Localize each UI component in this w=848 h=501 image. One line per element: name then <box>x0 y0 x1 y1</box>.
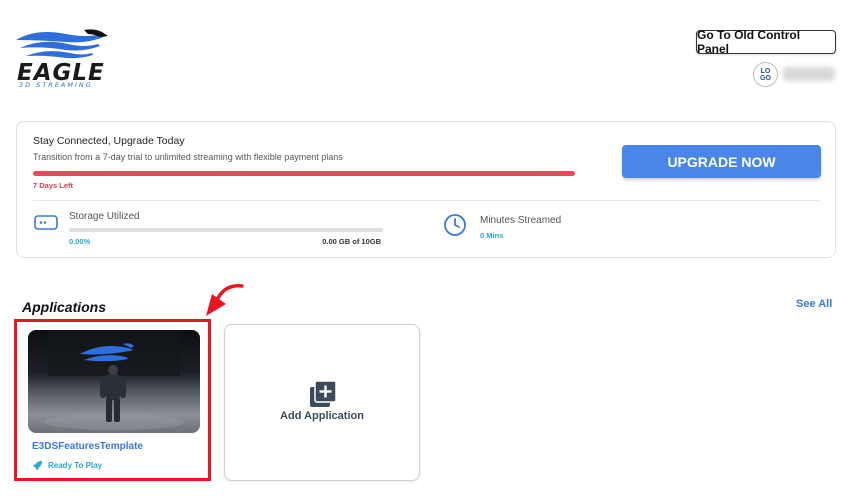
storage-label: Storage Utilized <box>69 211 140 222</box>
avatar[interactable]: LO GO <box>753 62 778 87</box>
avatar-text-line2: GO <box>760 74 771 82</box>
eagle-logo: EAGLE 3D STREAMING <box>14 28 110 92</box>
card-divider <box>33 200 821 201</box>
avatar-text-line1: LO <box>760 67 771 75</box>
add-layers-icon <box>310 381 336 407</box>
upgrade-title: Stay Connected, Upgrade Today <box>33 135 185 147</box>
storage-amount: 0.00 GB of 10GB <box>322 237 381 246</box>
upgrade-subtitle: Transition from a 7-day trial to unlimit… <box>33 152 343 162</box>
eagle-wings-icon <box>16 29 108 59</box>
brand-tagline: 3D STREAMING <box>19 81 93 89</box>
see-all-link[interactable]: See All <box>796 298 832 310</box>
clock-icon <box>444 214 466 236</box>
minutes-streamed-label: Minutes Streamed <box>480 215 562 226</box>
hard-drive-icon <box>34 215 58 230</box>
red-arrow-annotation <box>206 284 244 316</box>
upgrade-now-button[interactable]: UPGRADE NOW <box>622 145 821 178</box>
trial-progress-bar <box>33 171 575 176</box>
storage-progress-track <box>69 228 383 232</box>
red-highlight-box <box>14 319 211 481</box>
username-blurred[interactable] <box>783 67 835 81</box>
upgrade-card: Stay Connected, Upgrade Today Transition… <box>16 121 836 258</box>
minutes-streamed-value: 0 Mins <box>480 231 504 240</box>
applications-heading: Applications <box>22 299 107 315</box>
days-left-label: 7 Days Left <box>33 181 74 190</box>
storage-percent: 0.00% <box>69 237 91 246</box>
add-application-label: Add Application <box>280 410 364 422</box>
add-application-card[interactable]: Add Application <box>224 324 420 481</box>
old-control-panel-button[interactable]: Go To Old Control Panel <box>696 28 836 56</box>
